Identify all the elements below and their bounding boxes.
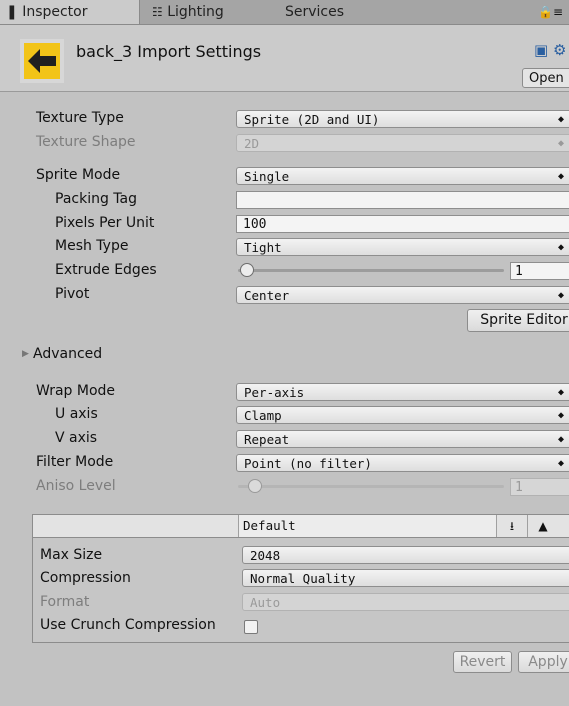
u-axis-value: Clamp [244, 408, 282, 423]
dropdown-arrow-icon: ◆ [557, 138, 564, 149]
platform-settings-panel: Default ⭳ ▲ Max Size 2048◆ Compression N… [32, 514, 569, 643]
tab-inspector-label: Inspector [22, 4, 88, 20]
max-size-label: Max Size [40, 547, 103, 563]
extrude-edges-slider[interactable] [238, 269, 504, 272]
filter-mode-label: Filter Mode [36, 454, 114, 470]
extrude-edges-input[interactable]: 1 [510, 262, 569, 280]
pivot-dropdown[interactable]: Center ◆ [236, 286, 569, 304]
compression-dropdown[interactable]: Normal Quality◆ [242, 569, 569, 587]
tab-lighting-label: Lighting [167, 4, 224, 20]
apply-button[interactable]: Apply [518, 651, 569, 673]
v-axis-dropdown[interactable]: Repeat ◆ [236, 430, 569, 448]
info-icon: ❚ [6, 4, 18, 20]
v-axis-value: Repeat [244, 432, 290, 447]
crunch-compression-checkbox[interactable] [244, 620, 258, 634]
dropdown-arrow-icon: ◆ [557, 458, 564, 469]
texture-shape-value: 2D [244, 136, 260, 151]
texture-shape-label: Texture Shape [36, 134, 136, 150]
pivot-value: Center [244, 288, 290, 303]
filter-mode-dropdown[interactable]: Point (no filter) ◆ [236, 454, 569, 472]
packing-tag-input[interactable] [236, 191, 569, 209]
mesh-type-value: Tight [244, 240, 282, 255]
revert-button[interactable]: Revert [453, 651, 512, 673]
v-axis-label: V axis [55, 430, 98, 446]
max-size-value: 2048 [250, 548, 281, 563]
tab-inspector[interactable]: ❚ Inspector [0, 0, 140, 24]
aniso-level-label: Aniso Level [36, 478, 116, 494]
aniso-level-slider [238, 485, 504, 488]
tab-services[interactable]: Services [285, 0, 344, 24]
u-axis-dropdown[interactable]: Clamp ◆ [236, 406, 569, 424]
sprite-mode-dropdown[interactable]: Single ◆ [236, 167, 569, 185]
help-icon[interactable]: ▣ ⚙ [534, 41, 566, 59]
sprite-mode-label: Sprite Mode [36, 167, 121, 183]
wrap-mode-label: Wrap Mode [36, 383, 116, 399]
lighting-icon: ☷ [152, 5, 163, 19]
pivot-label: Pivot [55, 286, 90, 302]
mesh-type-dropdown[interactable]: Tight ◆ [236, 238, 569, 256]
dropdown-arrow-icon: ◆ [557, 171, 564, 182]
texture-type-value: Sprite (2D and UI) [244, 112, 380, 127]
wrap-mode-value: Per-axis [244, 385, 305, 400]
asset-title: back_3 Import Settings [76, 42, 262, 61]
download-icon[interactable]: ⭳ [496, 515, 527, 537]
crunch-compression-label: Use Crunch Compression [40, 617, 216, 633]
filter-mode-value: Point (no filter) [244, 456, 372, 471]
wrap-mode-dropdown[interactable]: Per-axis ◆ [236, 383, 569, 401]
texture-type-dropdown[interactable]: Sprite (2D and UI) ◆ [236, 110, 569, 128]
sprite-mode-value: Single [244, 169, 290, 184]
compression-value: Normal Quality [250, 571, 356, 586]
format-dropdown: Auto◆ [242, 593, 569, 611]
lock-icon[interactable]: 🔒≡ [538, 5, 563, 19]
max-size-dropdown[interactable]: 2048◆ [242, 546, 569, 564]
u-axis-label: U axis [55, 406, 98, 422]
inspector-header: back_3 Import Settings ▣ ⚙ Open [0, 25, 569, 92]
packing-tag-label: Packing Tag [55, 191, 137, 207]
android-icon[interactable]: ▲ [527, 515, 558, 537]
compression-label: Compression [40, 570, 131, 586]
format-value: Auto [250, 595, 281, 610]
texture-type-label: Texture Type [36, 110, 124, 126]
sprite-editor-button[interactable]: Sprite Editor [467, 309, 569, 332]
foldout-arrow-icon[interactable]: ▶ [22, 349, 29, 359]
tab-lighting[interactable]: ☷ Lighting [152, 0, 224, 24]
tab-services-label: Services [285, 4, 345, 20]
aniso-level-input: 1 [510, 478, 569, 496]
format-label: Format [40, 594, 90, 610]
tab-bar: ❚ Inspector ☷ Lighting Services 🔒≡ [0, 0, 569, 25]
mesh-type-label: Mesh Type [55, 238, 129, 254]
texture-shape-dropdown: 2D ◆ [236, 134, 569, 152]
pixels-per-unit-label: Pixels Per Unit [55, 215, 155, 231]
dropdown-arrow-icon: ◆ [557, 114, 564, 125]
dropdown-arrow-icon: ◆ [557, 387, 564, 398]
dropdown-arrow-icon: ◆ [557, 242, 564, 253]
platform-tabs: Default ⭳ ▲ [33, 515, 569, 538]
platform-tab-default[interactable]: Default [238, 515, 496, 537]
extrude-edges-slider-thumb[interactable] [239, 263, 254, 277]
dropdown-arrow-icon: ◆ [557, 290, 564, 301]
extrude-edges-label: Extrude Edges [55, 262, 157, 278]
pixels-per-unit-input[interactable]: 100 [236, 215, 569, 233]
back-arrow-icon [20, 39, 64, 83]
dropdown-arrow-icon: ◆ [557, 434, 564, 445]
advanced-foldout[interactable]: Advanced [33, 346, 102, 362]
dropdown-arrow-icon: ◆ [557, 410, 564, 421]
aniso-level-slider-thumb [247, 479, 262, 493]
open-button[interactable]: Open [522, 68, 569, 88]
